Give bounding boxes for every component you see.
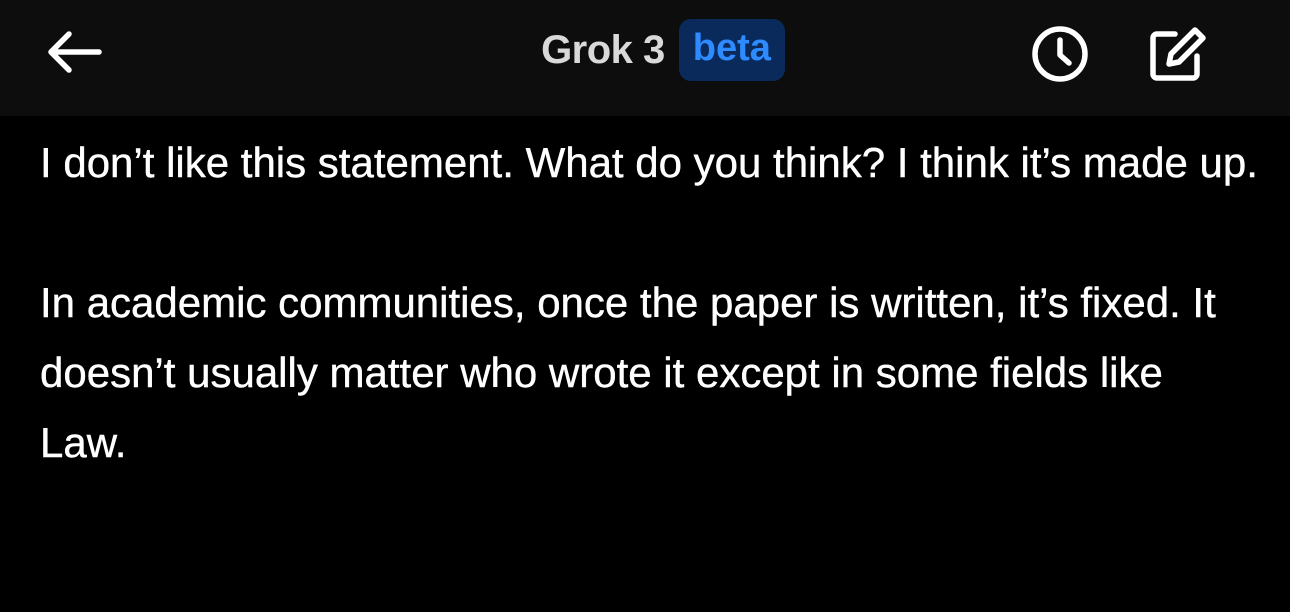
page-title: Grok 3 xyxy=(541,27,665,72)
header-title-group: Grok 3 beta xyxy=(0,14,1290,86)
history-button[interactable] xyxy=(1026,22,1094,86)
message-content: I don’t like this statement. What do you… xyxy=(40,128,1260,478)
message-paragraph: I don’t like this statement. What do you… xyxy=(40,139,1258,186)
new-chat-button[interactable] xyxy=(1144,22,1212,86)
top-bar: Grok 3 beta xyxy=(0,0,1290,116)
beta-badge: beta xyxy=(678,19,785,81)
compose-icon xyxy=(1150,27,1206,81)
clock-icon xyxy=(1032,26,1088,82)
message-paragraph: In academic communities, once the paper … xyxy=(40,279,1216,466)
